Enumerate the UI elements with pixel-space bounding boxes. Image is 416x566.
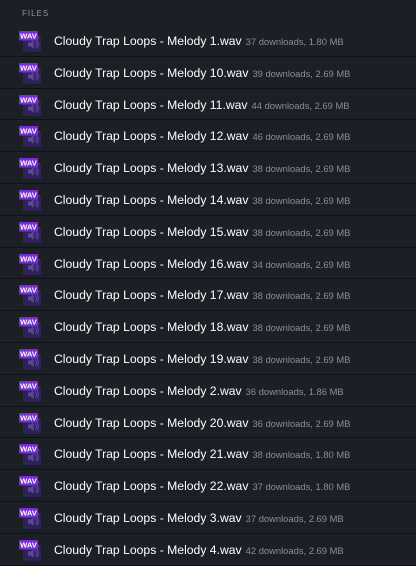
file-row[interactable]: WAV Cloudy Trap Loops - Melody 18.wav 38 … bbox=[0, 311, 416, 343]
wav-badge-label: WAV bbox=[20, 159, 38, 168]
file-meta: 38 downloads, 2.69 MB bbox=[252, 353, 351, 365]
file-meta: 38 downloads, 1.80 MB bbox=[252, 449, 351, 461]
file-meta: 37 downloads, 1.80 MB bbox=[252, 481, 351, 493]
file-name[interactable]: Cloudy Trap Loops - Melody 21.wav bbox=[54, 447, 248, 461]
file-row[interactable]: WAV Cloudy Trap Loops - Melody 19.wav 38 … bbox=[0, 343, 416, 375]
file-meta: 46 downloads, 2.69 MB bbox=[252, 131, 351, 143]
file-name[interactable]: Cloudy Trap Loops - Melody 22.wav bbox=[54, 479, 248, 493]
file-meta: 39 downloads, 2.69 MB bbox=[252, 67, 351, 79]
wav-file-icon: WAV bbox=[19, 158, 45, 180]
file-meta: 38 downloads, 2.69 MB bbox=[252, 194, 351, 206]
file-row[interactable]: WAV Cloudy Trap Loops - Melody 12.wav 46 … bbox=[0, 120, 416, 153]
wav-badge-label: WAV bbox=[20, 254, 38, 263]
file-row[interactable]: WAV Cloudy Trap Loops - Melody 2.wav 36 d… bbox=[0, 375, 416, 407]
file-row[interactable]: WAV Cloudy Trap Loops - Melody 15.wav 38 … bbox=[0, 216, 416, 248]
wav-file-icon: WAV bbox=[19, 444, 45, 466]
wav-file-icon: WAV bbox=[19, 380, 45, 403]
file-row[interactable]: WAV Cloudy Trap Loops - Melody 3.wav 37 d… bbox=[0, 502, 416, 534]
file-name[interactable]: Cloudy Trap Loops - Melody 1.wav bbox=[54, 34, 242, 48]
file-meta: 36 downloads, 2.69 MB bbox=[252, 417, 351, 429]
wav-file-icon: WAV bbox=[19, 507, 45, 530]
section-label: FILES bbox=[22, 9, 50, 18]
wav-file-icon: WAV bbox=[19, 31, 45, 53]
wav-badge-label: WAV bbox=[20, 191, 38, 200]
file-row[interactable]: WAV Cloudy Trap Loops - Melody 10.wav 39 … bbox=[0, 57, 416, 89]
file-name[interactable]: Cloudy Trap Loops - Melody 14.wav bbox=[54, 193, 248, 207]
file-meta: 38 downloads, 2.69 MB bbox=[252, 226, 351, 238]
wav-file-icon: WAV bbox=[19, 221, 45, 244]
wav-badge-label: WAV bbox=[20, 381, 38, 390]
wav-badge-label: WAV bbox=[20, 509, 38, 518]
file-row[interactable]: WAV Cloudy Trap Loops - Melody 20.wav 36 … bbox=[0, 407, 416, 439]
file-name[interactable]: Cloudy Trap Loops - Melody 10.wav bbox=[54, 66, 248, 80]
file-name[interactable]: Cloudy Trap Loops - Melody 4.wav bbox=[54, 543, 242, 557]
file-name[interactable]: Cloudy Trap Loops - Melody 19.wav bbox=[54, 352, 248, 366]
wav-badge-label: WAV bbox=[20, 222, 38, 231]
file-meta: 36 downloads, 1.86 MB bbox=[245, 385, 344, 397]
file-row[interactable]: WAV Cloudy Trap Loops - Melody 14.wav 38 … bbox=[0, 184, 416, 216]
wav-badge-label: WAV bbox=[20, 477, 38, 486]
file-meta: 34 downloads, 2.69 MB bbox=[252, 258, 351, 270]
file-row[interactable]: WAV Cloudy Trap Loops - Melody 16.wav 34 … bbox=[0, 248, 416, 280]
wav-badge-label: WAV bbox=[20, 32, 38, 41]
file-name[interactable]: Cloudy Trap Loops - Melody 18.wav bbox=[54, 320, 248, 334]
file-name[interactable]: Cloudy Trap Loops - Melody 2.wav bbox=[54, 384, 242, 398]
file-name[interactable]: Cloudy Trap Loops - Melody 20.wav bbox=[54, 416, 248, 430]
file-row[interactable]: WAV Cloudy Trap Loops - Melody 11.wav 44 … bbox=[0, 89, 416, 121]
wav-file-icon: WAV bbox=[19, 285, 45, 307]
file-name[interactable]: Cloudy Trap Loops - Melody 17.wav bbox=[54, 288, 248, 302]
wav-file-icon: WAV bbox=[19, 189, 45, 212]
file-name[interactable]: Cloudy Trap Loops - Melody 15.wav bbox=[54, 225, 248, 239]
file-list: WAV Cloudy Trap Loops - Melody 1.wav 37 d… bbox=[0, 25, 416, 566]
file-meta: 37 downloads, 1.80 MB bbox=[245, 36, 344, 47]
file-row[interactable]: WAV Cloudy Trap Loops - Melody 22.wav 37 … bbox=[0, 470, 416, 502]
wav-file-icon: WAV bbox=[19, 539, 45, 562]
wav-file-icon: WAV bbox=[19, 476, 45, 498]
wav-file-icon: WAV bbox=[19, 348, 45, 371]
file-row[interactable]: WAV Cloudy Trap Loops - Melody 21.wav 38 … bbox=[0, 438, 416, 471]
file-row[interactable]: WAV Cloudy Trap Loops - Melody 13.wav 38 … bbox=[0, 152, 416, 184]
wav-file-icon: WAV bbox=[19, 253, 45, 276]
wav-badge-label: WAV bbox=[20, 413, 38, 422]
file-name[interactable]: Cloudy Trap Loops - Melody 12.wav bbox=[54, 129, 248, 143]
wav-badge-label: WAV bbox=[20, 286, 38, 295]
wav-file-icon: WAV bbox=[19, 412, 45, 435]
wav-badge-label: WAV bbox=[20, 540, 38, 549]
file-meta: 38 downloads, 2.69 MB bbox=[252, 163, 351, 175]
file-row[interactable]: WAV Cloudy Trap Loops - Melody 1.wav 37 d… bbox=[0, 25, 416, 57]
file-meta: 38 downloads, 2.69 MB bbox=[252, 290, 351, 302]
wav-file-icon: WAV bbox=[19, 126, 45, 148]
wav-badge-label: WAV bbox=[20, 350, 38, 359]
file-meta: 44 downloads, 2.69 MB bbox=[251, 99, 350, 111]
wav-badge-label: WAV bbox=[20, 127, 38, 136]
file-name[interactable]: Cloudy Trap Loops - Melody 3.wav bbox=[54, 511, 242, 525]
files-panel: FILES WAV Cloudy Trap Loops - Melody 1.w… bbox=[0, 0, 416, 566]
file-row[interactable]: WAV Cloudy Trap Loops - Melody 17.wav 38 … bbox=[0, 279, 416, 312]
wav-badge-label: WAV bbox=[20, 95, 38, 104]
wav-badge-label: WAV bbox=[20, 63, 38, 72]
file-row[interactable]: WAV Cloudy Trap Loops - Melody 4.wav 42 d… bbox=[0, 534, 416, 566]
file-meta: 42 downloads, 2.69 MB bbox=[245, 544, 344, 556]
wav-file-icon: WAV bbox=[19, 94, 45, 117]
file-name[interactable]: Cloudy Trap Loops - Melody 11.wav bbox=[54, 98, 248, 112]
wav-badge-label: WAV bbox=[20, 318, 38, 327]
wav-badge-label: WAV bbox=[20, 445, 38, 454]
file-meta: 38 downloads, 2.69 MB bbox=[252, 322, 351, 334]
file-name[interactable]: Cloudy Trap Loops - Melody 16.wav bbox=[54, 257, 248, 271]
file-meta: 37 downloads, 2.69 MB bbox=[245, 512, 344, 524]
file-name[interactable]: Cloudy Trap Loops - Melody 13.wav bbox=[54, 161, 248, 175]
wav-file-icon: WAV bbox=[19, 62, 45, 85]
wav-file-icon: WAV bbox=[19, 317, 45, 339]
